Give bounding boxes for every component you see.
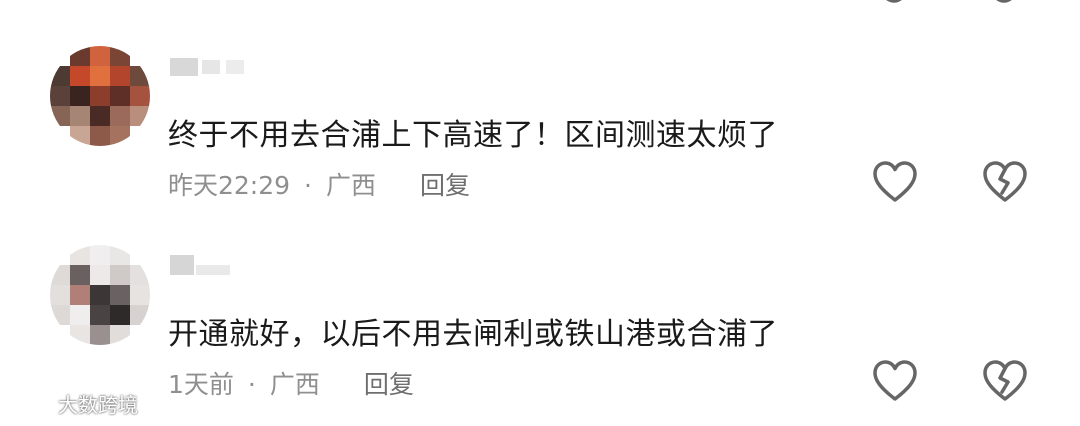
- comment-text: 开通就好，以后不用去闸利或铁山港或合浦了: [168, 317, 778, 352]
- comment-text: 终于不用去合浦上下高速了！区间测速太烦了: [168, 118, 778, 153]
- meta-separator: ·: [247, 370, 256, 399]
- comment-item: 终于不用去合浦上下高速了！区间测速太烦了 昨天22:29 · 广西 回复: [0, 44, 1080, 224]
- watermark-text: 大数跨境: [58, 392, 138, 417]
- comment-location: 广西: [326, 171, 377, 200]
- broken-heart-icon[interactable]: [982, 160, 1028, 206]
- watermark: 大数跨境: [8, 388, 138, 418]
- avatar[interactable]: [50, 245, 150, 345]
- comment-item: 开通就好，以后不用去闸利或铁山港或合浦了 1天前 · 广西 回复: [0, 243, 1080, 423]
- meta-separator: ·: [304, 171, 312, 200]
- comment-location: 广西: [269, 370, 320, 399]
- comment-meta: 昨天22:29 · 广西 回复: [168, 166, 470, 202]
- comment-time: 昨天22:29: [168, 171, 291, 200]
- broken-heart-icon[interactable]: [984, 0, 1024, 8]
- reply-button[interactable]: 回复: [364, 370, 414, 399]
- broken-heart-icon[interactable]: [982, 359, 1028, 405]
- username-blurred[interactable]: [170, 56, 260, 78]
- heart-outline-icon[interactable]: [872, 160, 918, 206]
- reply-button[interactable]: 回复: [420, 171, 470, 200]
- avatar[interactable]: [50, 46, 150, 146]
- comment-time: 1天前: [168, 370, 234, 399]
- username-blurred[interactable]: [170, 255, 260, 277]
- watermark-logo-icon: [10, 390, 49, 416]
- heart-outline-icon[interactable]: [872, 359, 918, 405]
- comment-meta: 1天前 · 广西 回复: [168, 365, 414, 401]
- heart-outline-icon[interactable]: [874, 0, 914, 8]
- comment-list: 终于不用去合浦上下高速了！区间测速太烦了 昨天22:29 · 广西 回复 开通就好，以…: [0, 0, 1080, 426]
